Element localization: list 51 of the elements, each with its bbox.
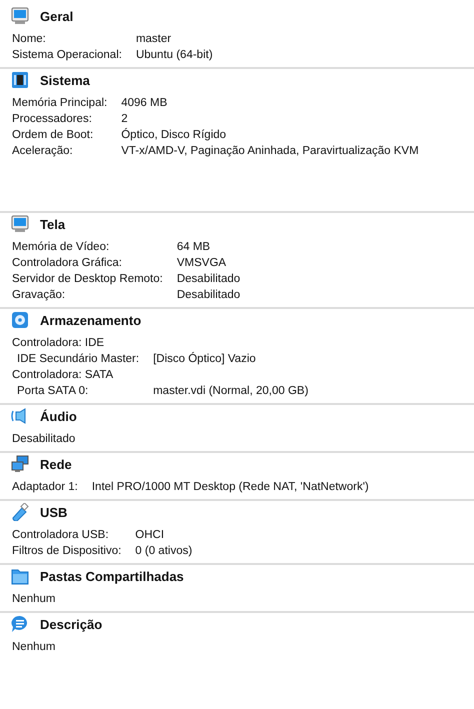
property-label: Memória Principal: <box>12 96 108 111</box>
property-value: Desabilitado <box>176 272 242 287</box>
chip-icon <box>10 71 30 89</box>
section-title: Pastas Compartilhadas <box>40 568 184 584</box>
property-label: Adaptador 1: <box>12 480 78 495</box>
property-label: Processadores: <box>12 112 93 127</box>
section-title: Descrição <box>40 616 102 632</box>
property-label: Servidor de Desktop Remoto: <box>12 272 163 287</box>
section-title: Áudio <box>40 408 77 424</box>
property-text: Nenhum <box>12 640 56 655</box>
section-title: Tela <box>40 216 66 232</box>
speech-bubble-icon <box>10 615 30 633</box>
property-value: Óptico, Disco Rígido <box>121 127 228 143</box>
property-value: VMSVGA <box>176 256 228 271</box>
section-title: Sistema <box>40 72 90 88</box>
property-label: Sistema Operacional: <box>12 48 122 63</box>
property-text: Nenhum <box>12 592 56 607</box>
property-label: Controladora USB: <box>12 528 110 543</box>
property-label: Controladora Gráfica: <box>12 256 123 271</box>
property-value: 4096 MB <box>121 96 168 111</box>
property-label: Memória de Vídeo: <box>12 240 110 255</box>
monitor-icon <box>10 7 30 25</box>
section-title: Rede <box>40 456 72 472</box>
property-label: Ordem de Boot: <box>12 128 94 143</box>
property-text: Desabilitado <box>12 432 76 447</box>
property-label: IDE Secundário Master: <box>16 352 140 367</box>
property-text: Controladora: SATA <box>12 368 114 383</box>
property-label: Filtros de Dispositivo: <box>12 544 122 559</box>
section-title: Armazenamento <box>40 312 142 328</box>
property-value: master <box>136 32 172 47</box>
property-value: 64 MB <box>176 240 212 255</box>
section-title: USB <box>40 504 68 520</box>
property-value: Intel PRO/1000 MT Desktop (Rede NAT, 'NatNetwork') <box>92 480 370 495</box>
property-label: Aceleração: <box>12 144 74 159</box>
property-value: Ubuntu (64-bit) <box>136 48 214 63</box>
property-value: 0 (0 ativos) <box>135 544 194 559</box>
property-value: Desabilitado <box>176 288 242 303</box>
property-label: Nome: <box>12 32 47 47</box>
property-text: Controladora: IDE <box>12 336 106 351</box>
property-label: Gravação: <box>12 288 66 303</box>
property-value: VT-x/AMD-V, Paginação Aninhada, Paravirtualização KVM <box>121 144 420 159</box>
property-label: Porta SATA 0: <box>16 384 90 399</box>
property-value: [Disco Óptico] Vazio <box>153 351 257 367</box>
property-value: master.vdi (Normal, 20,00 GB) <box>153 384 310 399</box>
section-title: Geral <box>40 8 74 24</box>
property-value: 2 <box>121 112 129 127</box>
network-icon <box>10 455 30 473</box>
usb-stick-icon <box>10 503 30 521</box>
folder-icon <box>10 567 30 585</box>
property-value: OHCI <box>135 528 166 543</box>
monitor-icon <box>10 215 30 233</box>
